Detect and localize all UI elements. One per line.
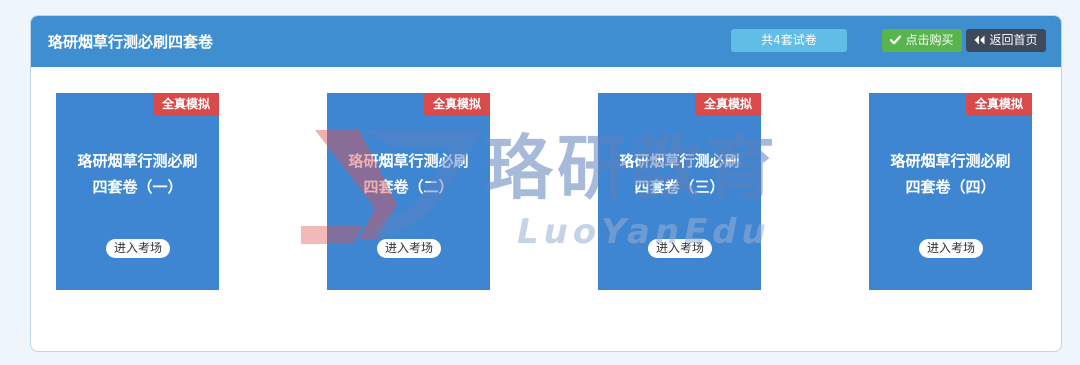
paper-count-button[interactable]: 共4套试卷 [731, 29, 847, 52]
paper-title: 珞研烟草行测必刷 四套卷（四） [877, 148, 1024, 200]
enter-exam-button[interactable]: 进入考场 [377, 239, 441, 258]
double-chevron-left-icon [974, 29, 985, 52]
realistic-mock-badge: 全真模拟 [153, 93, 219, 116]
paper-title: 珞研烟草行测必刷 四套卷（一） [64, 148, 211, 200]
enter-exam-button[interactable]: 进入考场 [919, 239, 983, 258]
paper-title: 珞研烟草行测必刷 四套卷（三） [606, 148, 753, 200]
paper-title-line1: 珞研烟草行测必刷 [77, 152, 198, 170]
enter-exam-button[interactable]: 进入考场 [648, 239, 712, 258]
paper-card-2[interactable]: 全真模拟 珞研烟草行测必刷 四套卷（二） 进入考场 [327, 93, 490, 290]
enter-exam-button[interactable]: 进入考场 [106, 239, 170, 258]
paper-title-line1: 珞研烟草行测必刷 [348, 152, 469, 170]
realistic-mock-badge: 全真模拟 [695, 93, 761, 116]
paper-title-line2: 四套卷（四） [905, 178, 996, 196]
paper-title-line1: 珞研烟草行测必刷 [890, 152, 1011, 170]
panel-header: 珞研烟草行测必刷四套卷 共4套试卷 点击购买 返回首页 [31, 16, 1061, 67]
paper-card-4[interactable]: 全真模拟 珞研烟草行测必刷 四套卷（四） 进入考场 [869, 93, 1032, 290]
realistic-mock-badge: 全真模拟 [966, 93, 1032, 116]
paper-title-line2: 四套卷（二） [363, 178, 454, 196]
page-title: 珞研烟草行测必刷四套卷 [48, 33, 214, 51]
paper-title-line2: 四套卷（一） [92, 178, 183, 196]
buy-button[interactable]: 点击购买 [882, 29, 962, 52]
paper-title-line1: 珞研烟草行测必刷 [619, 152, 740, 170]
realistic-mock-badge: 全真模拟 [424, 93, 490, 116]
paper-card-3[interactable]: 全真模拟 珞研烟草行测必刷 四套卷（三） 进入考场 [598, 93, 761, 290]
paper-title: 珞研烟草行测必刷 四套卷（二） [335, 148, 482, 200]
buy-label: 点击购买 [905, 33, 954, 47]
paper-count-label: 共4套试卷 [761, 33, 817, 47]
back-home-label: 返回首页 [989, 33, 1038, 47]
paper-title-line2: 四套卷（三） [634, 178, 725, 196]
back-home-button[interactable]: 返回首页 [966, 29, 1046, 52]
check-icon [890, 29, 902, 52]
exam-panel: 珞研烟草行测必刷四套卷 共4套试卷 点击购买 返回首页 全真模拟 珞研烟草行测必… [30, 15, 1062, 352]
paper-card-1[interactable]: 全真模拟 珞研烟草行测必刷 四套卷（一） 进入考场 [56, 93, 219, 290]
